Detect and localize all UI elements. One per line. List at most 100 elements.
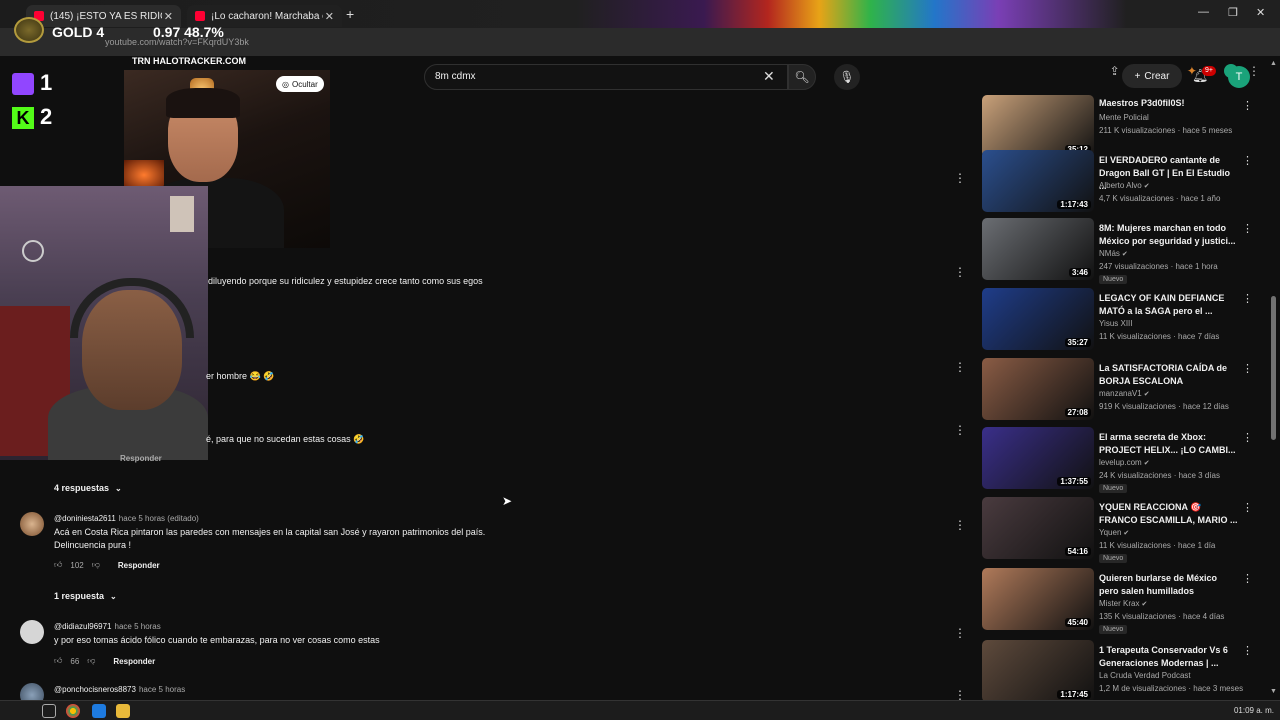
related-video-item[interactable]: 27:08 La SATISFACTORIA CAÍDA de BORJA ESC… bbox=[980, 358, 1268, 422]
rank-label: GOLD 4 bbox=[52, 24, 105, 40]
video-duration: 3:46 bbox=[1068, 268, 1091, 277]
related-video-item[interactable]: 1:37:55 El arma secreta de Xbox: PROJECT … bbox=[980, 427, 1268, 493]
like-icon[interactable]: 👍︎ bbox=[54, 560, 62, 570]
video-channel-row: manzanaV1 ✔︎ bbox=[1099, 389, 1150, 398]
reply-button[interactable]: Responder bbox=[113, 657, 155, 666]
close-window-button[interactable]: ✕ bbox=[1256, 6, 1265, 19]
comment-time[interactable]: hace 5 horas bbox=[139, 685, 185, 694]
minimize-button[interactable]: — bbox=[1198, 6, 1209, 18]
video-thumbnail[interactable]: 45:40 bbox=[982, 568, 1094, 630]
video-title[interactable]: Maestros P3d0fil0S! bbox=[1099, 97, 1239, 110]
youtube-favicon-icon bbox=[195, 11, 205, 21]
comment-author[interactable]: @doniniesta2611 bbox=[54, 514, 116, 523]
related-video-item[interactable]: 35:27 LEGACY OF KAIN DEFIANCE MATÓ a la S… bbox=[980, 288, 1268, 352]
more-actions-icon[interactable]: ⋮ bbox=[1242, 501, 1253, 514]
maximize-button[interactable]: ❐ bbox=[1228, 6, 1238, 19]
notification-badge: 9+ bbox=[1202, 66, 1216, 76]
new-tab-button[interactable]: + bbox=[346, 6, 354, 22]
video-thumbnail[interactable]: 1:17:43 bbox=[982, 150, 1094, 212]
clear-search-icon[interactable]: ✕ bbox=[763, 68, 775, 85]
avatar[interactable] bbox=[20, 620, 44, 644]
dislike-icon[interactable]: 👎︎ bbox=[92, 560, 100, 570]
related-video-item[interactable]: 1:17:43 El VERDADERO cantante de Dragon B… bbox=[980, 150, 1268, 214]
more-actions-icon[interactable]: ⋮ bbox=[1242, 572, 1253, 585]
video-channel[interactable]: NMás bbox=[1099, 249, 1120, 258]
avatar[interactable] bbox=[20, 512, 44, 536]
more-actions-icon[interactable]: ⋮ bbox=[1242, 222, 1253, 235]
install-icon[interactable]: ⇪ bbox=[1110, 64, 1120, 78]
hide-overlay-button[interactable]: ◎ Ocultar bbox=[276, 76, 324, 92]
video-channel[interactable]: levelup.com bbox=[1099, 458, 1142, 467]
file-explorer-icon[interactable] bbox=[116, 704, 130, 718]
video-channel[interactable]: Mente Policial bbox=[1099, 113, 1149, 122]
video-title[interactable]: La SATISFACTORIA CAÍDA de BORJA ESCALONA bbox=[1099, 362, 1239, 388]
video-thumbnail[interactable]: 3:46 bbox=[982, 218, 1094, 280]
video-thumbnail[interactable]: 35:27 bbox=[982, 288, 1094, 350]
video-thumbnail[interactable]: 1:17:45 bbox=[982, 640, 1094, 702]
video-thumbnail[interactable]: 1:37:55 bbox=[982, 427, 1094, 489]
more-actions-icon[interactable]: ⋮ bbox=[954, 423, 966, 437]
reply-button[interactable]: Responder bbox=[118, 561, 160, 570]
comment-time[interactable]: hace 5 horas bbox=[115, 622, 161, 631]
more-actions-icon[interactable]: ⋮ bbox=[1242, 292, 1253, 305]
video-channel[interactable]: Mister Krax bbox=[1099, 599, 1139, 608]
store-icon[interactable] bbox=[92, 704, 106, 718]
like-icon[interactable]: 👍︎ bbox=[54, 656, 62, 666]
dislike-icon[interactable]: 👎︎ bbox=[87, 656, 95, 666]
voice-search-button[interactable]: 🎙︎ bbox=[834, 64, 860, 90]
search-button[interactable]: 🔍︎ bbox=[788, 64, 816, 90]
video-title[interactable]: El arma secreta de Xbox: PROJECT HELIX..… bbox=[1099, 431, 1239, 457]
more-actions-icon[interactable]: ⋮ bbox=[954, 360, 966, 374]
hide-label: Ocultar bbox=[291, 79, 318, 89]
related-video-item[interactable]: 3:46 8M: Mujeres marchan en todo México p… bbox=[980, 218, 1268, 284]
replies-toggle[interactable]: 4 respuestas ⌄ bbox=[54, 483, 122, 493]
chrome-icon[interactable] bbox=[66, 704, 80, 718]
more-actions-icon[interactable]: ⋮ bbox=[1242, 431, 1253, 444]
comment-line: Delincuencia pura ! bbox=[54, 540, 132, 550]
more-actions-icon[interactable]: ⋮ bbox=[954, 265, 966, 279]
create-button[interactable]: + Crear bbox=[1122, 64, 1182, 88]
like-count: 66 bbox=[70, 656, 80, 666]
more-actions-icon[interactable]: ⋮ bbox=[1242, 154, 1253, 167]
video-title[interactable]: LEGACY OF KAIN DEFIANCE MATÓ a la SAGA p… bbox=[1099, 292, 1239, 318]
related-video-item[interactable]: 54:16 YQUEN REACCIONA 🎯 FRANCO ESCAMILLA,… bbox=[980, 497, 1268, 563]
replies-toggle[interactable]: 1 respuesta ⌄ bbox=[54, 591, 117, 601]
video-channel[interactable]: Yisus XIII bbox=[1099, 319, 1133, 328]
search-input[interactable]: 8m cdmx bbox=[424, 64, 788, 90]
comment-header: @doniniesta2611 hace 5 horas (editado) bbox=[54, 514, 199, 523]
video-duration: 1:17:45 bbox=[1057, 690, 1091, 699]
reply-button-partial[interactable]: Responder bbox=[120, 454, 162, 463]
video-thumbnail[interactable]: 27:08 bbox=[982, 358, 1094, 420]
create-label: Crear bbox=[1144, 70, 1170, 82]
more-actions-icon[interactable]: ⋮ bbox=[1242, 362, 1253, 375]
comment-time[interactable]: hace 5 horas (editado) bbox=[119, 514, 199, 523]
video-thumbnail[interactable]: 54:16 bbox=[982, 497, 1094, 559]
video-channel[interactable]: Alberto Alvo bbox=[1099, 181, 1142, 190]
scroll-up-arrow-icon[interactable]: ▲ bbox=[1270, 60, 1277, 67]
video-channel[interactable]: La Cruda Verdad Podcast bbox=[1099, 671, 1191, 680]
scroll-down-arrow-icon[interactable]: ▼ bbox=[1270, 688, 1277, 695]
video-channel[interactable]: Yquen bbox=[1099, 528, 1121, 537]
close-tab-icon[interactable]: ✕ bbox=[325, 10, 334, 23]
comment-author[interactable]: @ponchocisneros8873 bbox=[54, 685, 136, 694]
comment-author[interactable]: @didiazul96971 bbox=[54, 622, 112, 631]
video-title[interactable]: Quieren burlarse de México pero salen hu… bbox=[1099, 572, 1239, 598]
task-view-icon[interactable] bbox=[42, 704, 56, 718]
video-title[interactable]: 1 Terapeuta Conservador Vs 6 Generacione… bbox=[1099, 644, 1239, 670]
more-actions-icon[interactable]: ⋮ bbox=[954, 626, 966, 640]
eye-off-icon: ◎ bbox=[282, 79, 289, 89]
more-actions-icon[interactable]: ⋮ bbox=[954, 171, 966, 185]
video-title[interactable]: 8M: Mujeres marchan en todo México por s… bbox=[1099, 222, 1239, 248]
scrollbar-thumb[interactable] bbox=[1271, 296, 1276, 440]
related-video-item[interactable]: 1:17:45 1 Terapeuta Conservador Vs 6 Gene… bbox=[980, 640, 1268, 704]
related-video-item[interactable]: 45:40 Quieren burlarse de México pero sal… bbox=[980, 568, 1268, 634]
account-avatar[interactable]: T bbox=[1228, 66, 1250, 88]
close-tab-icon[interactable]: ✕ bbox=[164, 10, 173, 23]
video-meta: 11 K visualizaciones · hace 1 día bbox=[1099, 541, 1216, 550]
more-actions-icon[interactable]: ⋮ bbox=[1242, 99, 1253, 112]
video-channel[interactable]: manzanaV1 bbox=[1099, 389, 1142, 398]
more-actions-icon[interactable]: ⋮ bbox=[1242, 644, 1253, 657]
video-thumbnail[interactable]: 35:12 bbox=[982, 95, 1094, 157]
video-title[interactable]: YQUEN REACCIONA 🎯 FRANCO ESCAMILLA, MARI… bbox=[1099, 501, 1239, 527]
more-actions-icon[interactable]: ⋮ bbox=[954, 518, 966, 532]
